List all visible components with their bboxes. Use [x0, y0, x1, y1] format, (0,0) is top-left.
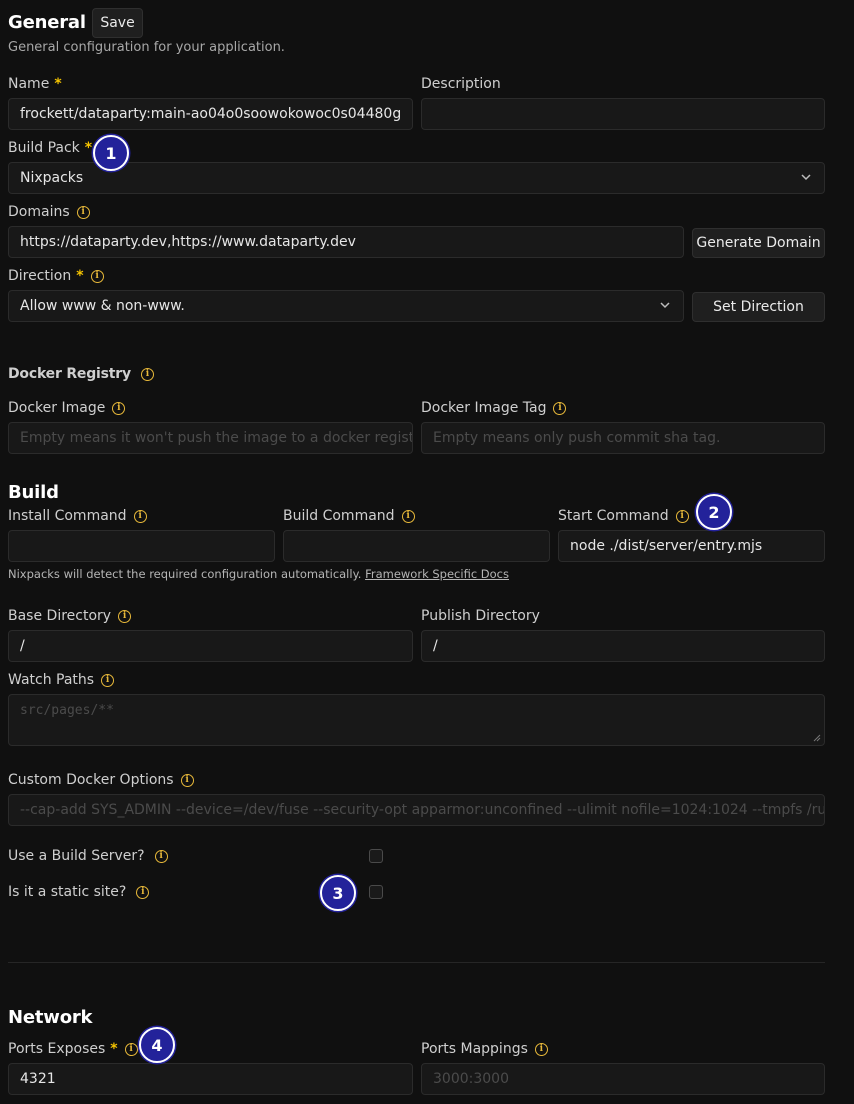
- direction-select[interactable]: Allow www & non-www.: [8, 290, 684, 322]
- docker-image-tag-label: Docker Image Tag i: [421, 400, 567, 416]
- description-label: Description: [421, 76, 501, 92]
- build-pack-value: Nixpacks: [20, 170, 84, 186]
- direction-label: Direction * i: [8, 268, 104, 284]
- annotation-badge-1: 1: [93, 135, 129, 171]
- description-input[interactable]: [421, 98, 825, 130]
- info-circle-icon[interactable]: i: [136, 885, 150, 899]
- docker-registry-title: Docker Registry i: [8, 366, 154, 382]
- required-mark: *: [54, 76, 62, 92]
- annotation-badge-4: 4: [139, 1027, 175, 1063]
- nixpacks-hint: Nixpacks will detect the required config…: [8, 567, 509, 581]
- chevron-down-icon: [660, 302, 670, 309]
- annotation-badge-3: 3: [320, 875, 356, 911]
- set-direction-button[interactable]: Set Direction: [692, 292, 825, 322]
- ports-exposes-label: Ports Exposes * i: [8, 1041, 138, 1057]
- install-command-label: Install Command i: [8, 508, 147, 524]
- start-command-label: Start Command i: [558, 508, 689, 524]
- info-circle-icon[interactable]: i: [118, 609, 132, 623]
- network-title: Network: [8, 1007, 93, 1028]
- info-circle-icon[interactable]: i: [401, 509, 415, 523]
- build-pack-select[interactable]: Nixpacks: [8, 162, 825, 194]
- ports-exposes-input[interactable]: 4321: [8, 1063, 413, 1095]
- name-input[interactable]: frockett/dataparty:main-ao04o0soowokowoc…: [8, 98, 413, 130]
- start-command-input[interactable]: node ./dist/server/entry.mjs: [558, 530, 825, 562]
- ports-mappings-label: Ports Mappings i: [421, 1041, 548, 1057]
- static-site-checkbox[interactable]: [369, 885, 383, 899]
- info-circle-icon[interactable]: i: [101, 673, 115, 687]
- info-circle-icon[interactable]: i: [553, 401, 567, 415]
- install-command-input[interactable]: [8, 530, 275, 562]
- custom-docker-options-label: Custom Docker Options i: [8, 772, 194, 788]
- info-circle-icon[interactable]: i: [180, 773, 194, 787]
- info-circle-icon[interactable]: i: [133, 509, 147, 523]
- base-directory-label: Base Directory i: [8, 608, 132, 624]
- section-divider: [8, 962, 825, 963]
- base-directory-input[interactable]: /: [8, 630, 413, 662]
- required-mark: *: [84, 140, 93, 156]
- direction-value: Allow www & non-www.: [20, 298, 185, 314]
- watch-paths-label: Watch Paths i: [8, 672, 115, 688]
- domains-label: Domains i: [8, 204, 90, 220]
- docker-image-input[interactable]: Empty means it won't push the image to a…: [8, 422, 413, 454]
- info-circle-icon[interactable]: i: [140, 367, 154, 381]
- build-server-label: Use a Build Server? i: [8, 848, 168, 864]
- info-circle-icon[interactable]: i: [675, 509, 689, 523]
- static-site-label: Is it a static site? i: [8, 884, 150, 900]
- publish-directory-input[interactable]: /: [421, 630, 825, 662]
- info-circle-icon[interactable]: i: [534, 1042, 548, 1056]
- publish-directory-label: Publish Directory: [421, 608, 540, 624]
- resize-handle-icon[interactable]: [813, 734, 821, 742]
- build-title: Build: [8, 482, 59, 503]
- info-circle-icon[interactable]: i: [90, 269, 104, 283]
- save-button[interactable]: Save: [92, 8, 143, 38]
- build-command-label: Build Command i: [283, 508, 415, 524]
- general-subtitle: General configuration for your applicati…: [8, 40, 285, 55]
- docker-image-label: Docker Image i: [8, 400, 126, 416]
- framework-docs-link[interactable]: Framework Specific Docs: [365, 567, 509, 581]
- build-pack-label: Build Pack *: [8, 140, 93, 156]
- required-mark: *: [76, 268, 84, 284]
- general-title: General: [8, 12, 86, 33]
- build-server-checkbox[interactable]: [369, 849, 383, 863]
- build-command-input[interactable]: [283, 530, 550, 562]
- ports-mappings-input[interactable]: 3000:3000: [421, 1063, 825, 1095]
- custom-docker-options-input[interactable]: --cap-add SYS_ADMIN --device=/dev/fuse -…: [8, 794, 825, 826]
- chevron-down-icon: [801, 174, 811, 181]
- watch-paths-textarea[interactable]: src/pages/**: [8, 694, 825, 746]
- docker-image-tag-input[interactable]: Empty means only push commit sha tag.: [421, 422, 825, 454]
- info-circle-icon[interactable]: i: [154, 849, 168, 863]
- info-circle-icon[interactable]: i: [76, 205, 90, 219]
- domains-input[interactable]: https://dataparty.dev,https://www.datapa…: [8, 226, 684, 258]
- info-circle-icon[interactable]: i: [124, 1042, 138, 1056]
- name-label: Name *: [8, 76, 62, 92]
- watch-paths-placeholder: src/pages/**: [20, 703, 114, 718]
- generate-domain-button[interactable]: Generate Domain: [692, 228, 825, 258]
- annotation-badge-2: 2: [696, 494, 732, 530]
- info-circle-icon[interactable]: i: [112, 401, 126, 415]
- required-mark: *: [110, 1041, 118, 1057]
